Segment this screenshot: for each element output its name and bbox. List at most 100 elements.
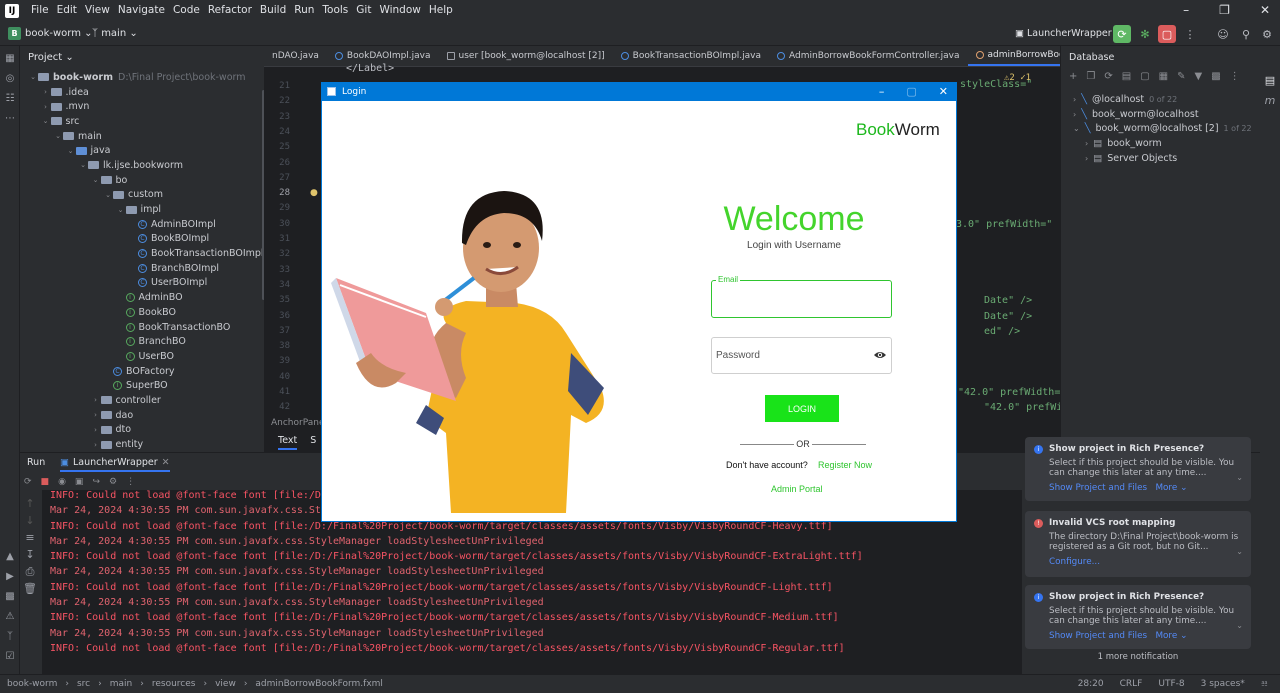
- tree-item[interactable]: C BranchBOImpl: [20, 261, 264, 276]
- tree-item[interactable]: ⌄ java: [20, 143, 264, 158]
- lock-icon[interactable]: ⎂: [1261, 679, 1268, 689]
- tree-item[interactable]: › .mvn: [20, 99, 264, 114]
- close-tab-icon[interactable]: ✕: [162, 457, 170, 468]
- chevron-down-icon[interactable]: ⌄: [78, 161, 88, 169]
- scene-builder-tab[interactable]: S: [310, 435, 316, 446]
- tree-item[interactable]: ⌄ main: [20, 129, 264, 144]
- minimize-icon[interactable]: –: [879, 85, 885, 98]
- add-icon[interactable]: +: [1069, 71, 1077, 82]
- soft-wrap-icon[interactable]: ≡: [20, 529, 40, 546]
- tree-item[interactable]: › entity: [20, 437, 264, 452]
- git-tool-icon[interactable]: ᛉ: [0, 626, 20, 646]
- breadcrumb-item[interactable]: book-worm: [7, 679, 57, 689]
- problems-tool-icon[interactable]: ⚠: [0, 606, 20, 626]
- chevron-down-icon[interactable]: ⌄: [41, 117, 51, 125]
- tree-item[interactable]: I SuperBO: [20, 378, 264, 393]
- menu-build[interactable]: Build: [260, 4, 286, 16]
- menu-refactor[interactable]: Refactor: [208, 4, 252, 16]
- tree-item[interactable]: I AdminBO: [20, 290, 264, 305]
- exit-icon[interactable]: ↪: [92, 477, 100, 487]
- maximize-icon[interactable]: ▢: [906, 85, 916, 98]
- more-tools-icon[interactable]: ⋯: [0, 108, 20, 128]
- restore-layout-icon[interactable]: ▣: [75, 477, 84, 487]
- menu-tools[interactable]: Tools: [322, 4, 348, 16]
- stop-button[interactable]: ▢: [1158, 25, 1176, 43]
- tree-item[interactable]: › .idea: [20, 85, 264, 100]
- stop-icon[interactable]: ▢: [1140, 71, 1149, 82]
- commit-tool-icon[interactable]: ◎: [0, 68, 20, 88]
- file-encoding[interactable]: UTF-8: [1158, 679, 1184, 689]
- copy-icon[interactable]: ❐: [1086, 71, 1095, 82]
- expand-icon[interactable]: ⌄: [1236, 547, 1243, 556]
- tree-item[interactable]: › dto: [20, 423, 264, 438]
- editor-tab[interactable]: user [book_worm@localhost [2]]: [439, 46, 613, 66]
- menu-help[interactable]: Help: [429, 4, 453, 16]
- editor-tab[interactable]: BookTransactionBOImpl.java: [613, 46, 769, 66]
- chevron-right-icon[interactable]: ›: [91, 396, 101, 404]
- settings-button[interactable]: ⚙: [1258, 25, 1276, 43]
- print-icon[interactable]: ⎙: [20, 563, 40, 580]
- notification-actions[interactable]: Show Project and Files More ⌄: [1049, 483, 1243, 493]
- notification-card[interactable]: i Show project in Rich Presence? Select if…: [1025, 437, 1251, 501]
- down-arrow-icon[interactable]: ↓: [20, 512, 40, 529]
- breadcrumb-item[interactable]: main: [110, 679, 133, 689]
- tree-item[interactable]: ⌄ src: [20, 114, 264, 129]
- tree-item[interactable]: C BookBOImpl: [20, 232, 264, 247]
- tree-item[interactable]: › controller: [20, 393, 264, 408]
- more-actions-button[interactable]: ⋮: [1181, 25, 1199, 43]
- terminal-tool-icon[interactable]: ▩: [0, 586, 20, 606]
- tree-item[interactable]: I BranchBO: [20, 334, 264, 349]
- run-config-selector[interactable]: ▣ LauncherWrapper ⌄: [1015, 28, 1123, 39]
- minimize-icon[interactable]: –: [1183, 3, 1189, 17]
- menu-file[interactable]: File: [31, 4, 49, 16]
- register-link[interactable]: Register Now: [818, 460, 872, 470]
- tree-item[interactable]: I UserBO: [20, 349, 264, 364]
- refresh-icon[interactable]: ⟳: [1104, 71, 1112, 82]
- project-selector[interactable]: book-worm ⌄: [25, 28, 93, 39]
- db-tree-item[interactable]: › ▤ Server Objects: [1085, 153, 1177, 164]
- menu-code[interactable]: Code: [173, 4, 200, 16]
- editor-tab[interactable]: AdminBorrowBookFormController.java: [769, 46, 968, 66]
- expand-icon[interactable]: ⌄: [1236, 473, 1243, 482]
- db-tree-item[interactable]: › ▤ book_worm: [1085, 138, 1162, 149]
- tree-item[interactable]: I BookBO: [20, 305, 264, 320]
- tree-item[interactable]: ⌄ bo: [20, 173, 264, 188]
- chevron-right-icon[interactable]: ›: [41, 103, 51, 111]
- tree-item[interactable]: C BOFactory: [20, 364, 264, 379]
- account-button[interactable]: ☺: [1214, 25, 1232, 43]
- tree-item[interactable]: C AdminBOImpl: [20, 217, 264, 232]
- chevron-down-icon[interactable]: ⌄: [66, 147, 76, 155]
- chevron-down-icon[interactable]: ⌄: [53, 132, 63, 140]
- chevron-right-icon[interactable]: ›: [1073, 110, 1076, 119]
- table-icon[interactable]: ▦: [1159, 71, 1168, 82]
- indent-setting[interactable]: 3 spaces*: [1201, 679, 1245, 689]
- notification-card[interactable]: ! Invalid VCS root mapping The directory D…: [1025, 511, 1251, 577]
- menu-window[interactable]: Window: [379, 4, 420, 16]
- branch-selector[interactable]: ᛉ main ⌄: [92, 28, 138, 39]
- notification-card[interactable]: i Show project in Rich Presence? Select if…: [1025, 585, 1251, 649]
- editor-tab[interactable]: nDAO.java: [264, 46, 327, 66]
- db-tree-item[interactable]: ⌄ ╲ book_worm@localhost [2] 1 of 22: [1073, 123, 1252, 134]
- database-tool-icon[interactable]: ▤: [1260, 70, 1280, 90]
- notification-actions[interactable]: Show Project and Files More ⌄: [1049, 631, 1243, 641]
- scroll-end-icon[interactable]: ↧: [20, 546, 40, 563]
- db-tree-item[interactable]: › ╲ book_worm@localhost: [1073, 109, 1199, 120]
- more-vertical-icon[interactable]: ⋮: [126, 477, 135, 487]
- chevron-right-icon[interactable]: ›: [91, 411, 101, 419]
- maven-tool-icon[interactable]: m: [1260, 90, 1280, 110]
- chevron-down-icon[interactable]: ⌄: [1073, 124, 1080, 133]
- run-tool-icon[interactable]: ▶: [0, 566, 20, 586]
- project-badge[interactable]: B: [8, 27, 21, 40]
- tree-item[interactable]: ⌄ book-worm D:\Final Project\book-worm: [20, 70, 264, 85]
- tree-item[interactable]: C BookTransactionBOImpl: [20, 246, 264, 261]
- editor-tab[interactable]: adminBorrowBookForm.fxml✕: [967, 46, 1060, 66]
- login-window-titlebar[interactable]: Login – ▢ ✕: [322, 83, 956, 101]
- tree-item[interactable]: › dao: [20, 408, 264, 423]
- restore-icon[interactable]: ❐: [1219, 3, 1230, 17]
- more-vertical-icon[interactable]: ⋮: [1230, 71, 1240, 82]
- close-icon[interactable]: ✕: [939, 85, 948, 98]
- tree-item[interactable]: C UserBOImpl: [20, 276, 264, 291]
- chevron-right-icon[interactable]: ›: [91, 441, 101, 449]
- menu-git[interactable]: Git: [356, 4, 371, 16]
- services-tool-icon[interactable]: ▲: [0, 546, 20, 566]
